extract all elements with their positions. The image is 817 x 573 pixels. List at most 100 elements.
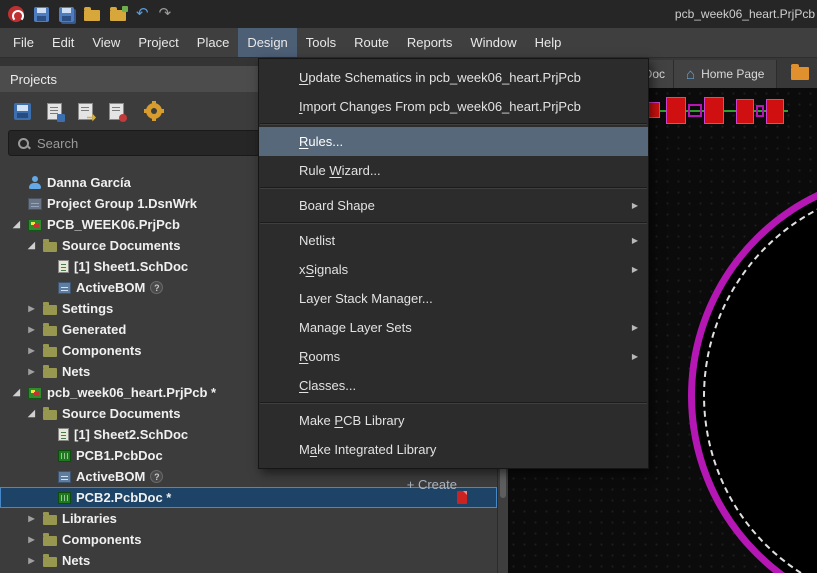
menubar-item-route[interactable]: Route bbox=[345, 28, 398, 57]
menu-item-rule-wizard[interactable]: Rule Wizard... bbox=[259, 156, 648, 185]
tab-home-page[interactable]: ⌂ Home Page bbox=[674, 60, 778, 88]
menu-item-label: Classes... bbox=[299, 378, 357, 393]
altium-logo-icon[interactable] bbox=[8, 6, 24, 22]
tree-item-label: Generated bbox=[62, 322, 127, 337]
design-menu: Update Schematics in pcb_week06_heart.Pr… bbox=[258, 58, 649, 469]
tree-item-components[interactable]: ▶ Components bbox=[0, 529, 497, 550]
submenu-arrow-icon: ▶ bbox=[631, 352, 638, 361]
folder-icon bbox=[43, 511, 57, 525]
tree-item-label: Settings bbox=[62, 301, 114, 316]
collapsed-arrow-icon[interactable]: ▶ bbox=[25, 535, 38, 544]
collapsed-arrow-icon[interactable]: ▶ bbox=[25, 325, 38, 334]
pad[interactable] bbox=[648, 102, 660, 118]
collapsed-arrow-icon[interactable]: ▶ bbox=[25, 556, 38, 565]
save-icon[interactable] bbox=[34, 6, 49, 22]
menubar-item-view[interactable]: View bbox=[83, 28, 129, 57]
open-project-icon[interactable] bbox=[110, 6, 128, 21]
tree-item-label: pcb_week06_heart.PrjPcb * bbox=[47, 385, 217, 400]
menubar-item-window[interactable]: Window bbox=[461, 28, 525, 57]
title-bar-icons: ↶ ↷ bbox=[8, 6, 171, 22]
menubar-item-file[interactable]: File bbox=[4, 28, 43, 57]
menu-item-manage-layer-sets[interactable]: Manage Layer Sets ▶ bbox=[259, 313, 648, 342]
redo-icon[interactable]: ↷ bbox=[159, 6, 172, 22]
submenu-arrow-icon: ▶ bbox=[631, 265, 638, 274]
expanded-arrow-icon[interactable]: ◢ bbox=[10, 387, 23, 398]
tree-item-label: Components bbox=[62, 532, 142, 547]
menubar-item-reports[interactable]: Reports bbox=[398, 28, 462, 57]
menu-item-label: Rule Wizard... bbox=[299, 163, 381, 178]
menu-item-classes[interactable]: Classes... bbox=[259, 371, 648, 400]
pcb-doc-icon bbox=[58, 449, 71, 462]
pad[interactable] bbox=[704, 97, 724, 124]
footprint-outline[interactable] bbox=[756, 105, 764, 117]
menu-item-label: Rooms bbox=[299, 349, 341, 364]
folder-icon bbox=[43, 301, 57, 315]
pad[interactable] bbox=[736, 99, 754, 124]
menu-item-make-integrated-library[interactable]: Make Integrated Library bbox=[259, 435, 648, 464]
schematic-icon bbox=[58, 428, 69, 441]
menu-item-label: Netlist bbox=[299, 233, 336, 248]
menubar-item-design[interactable]: Design bbox=[238, 28, 297, 57]
help-icon[interactable]: ? bbox=[150, 470, 164, 483]
tree-item-label: Project Group 1.DsnWrk bbox=[47, 196, 198, 211]
submenu-arrow-icon: ▶ bbox=[631, 236, 638, 245]
tree-item-label: PCB2.PcbDoc * bbox=[76, 490, 172, 505]
pcb-project-icon bbox=[28, 386, 42, 399]
board-outline-circle[interactable] bbox=[688, 170, 817, 573]
menu-item-rooms[interactable]: Rooms ▶ bbox=[259, 342, 648, 371]
menu-item-layer-stack-manager[interactable]: Layer Stack Manager... bbox=[259, 284, 648, 313]
menu-item-rules[interactable]: Rules... bbox=[259, 127, 648, 156]
pad[interactable] bbox=[766, 99, 784, 124]
menubar-item-place[interactable]: Place bbox=[188, 28, 239, 57]
folder-icon bbox=[43, 553, 57, 567]
pad[interactable] bbox=[666, 97, 686, 124]
menu-separator bbox=[260, 402, 647, 404]
expanded-arrow-icon[interactable]: ◢ bbox=[25, 240, 38, 251]
collapsed-arrow-icon[interactable]: ▶ bbox=[25, 346, 38, 355]
help-icon[interactable]: ? bbox=[150, 281, 164, 294]
collapsed-arrow-icon[interactable]: ▶ bbox=[25, 304, 38, 313]
settings-gear-icon[interactable] bbox=[146, 101, 162, 119]
save-all-icon[interactable] bbox=[47, 102, 65, 122]
menu-item-import-changes-from-pcb-week06-heart-prjpcb[interactable]: Import Changes From pcb_week06_heart.Prj… bbox=[259, 92, 648, 121]
expanded-arrow-icon[interactable]: ◢ bbox=[25, 408, 38, 419]
projects-panel-title: Projects bbox=[10, 71, 57, 87]
compile-icon[interactable] bbox=[78, 102, 93, 120]
tree-item-label: Source Documents bbox=[62, 406, 181, 421]
menu-item-board-shape[interactable]: Board Shape ▶ bbox=[259, 191, 648, 220]
save-icon[interactable] bbox=[14, 102, 31, 120]
collapsed-arrow-icon[interactable]: ▶ bbox=[25, 367, 38, 376]
workspace-icon bbox=[28, 197, 42, 210]
folder-icon bbox=[43, 238, 57, 252]
submenu-arrow-icon: ▶ bbox=[631, 323, 638, 332]
menubar-item-help[interactable]: Help bbox=[526, 28, 571, 57]
menu-item-xsignals[interactable]: xSignals ▶ bbox=[259, 255, 648, 284]
tree-item-label: ActiveBOM bbox=[76, 469, 146, 484]
menu-item-label: Board Shape bbox=[299, 198, 375, 213]
tree-item-libraries[interactable]: ▶ Libraries bbox=[0, 508, 497, 529]
footprint-outline[interactable] bbox=[688, 104, 702, 117]
menubar-item-edit[interactable]: Edit bbox=[43, 28, 83, 57]
expanded-arrow-icon[interactable]: ◢ bbox=[10, 219, 23, 230]
refresh-icon[interactable] bbox=[109, 102, 127, 122]
menu-item-make-pcb-library[interactable]: Make PCB Library bbox=[259, 406, 648, 435]
save-all-icon[interactable] bbox=[59, 6, 74, 22]
undo-icon[interactable]: ↶ bbox=[136, 6, 149, 22]
tree-item-label: Components bbox=[62, 343, 142, 358]
open-folder-icon[interactable] bbox=[84, 7, 100, 21]
tree-item-label: Nets bbox=[62, 364, 91, 379]
menu-item-netlist[interactable]: Netlist ▶ bbox=[259, 226, 648, 255]
board-dashed-guide bbox=[703, 185, 817, 573]
menubar-item-project[interactable]: Project bbox=[129, 28, 187, 57]
menubar-item-tools[interactable]: Tools bbox=[297, 28, 345, 57]
panels-folder-icon[interactable] bbox=[791, 63, 809, 80]
menu-separator bbox=[260, 222, 647, 224]
menu-bar: File Edit View Project Place Design Tools Route… bbox=[0, 28, 817, 58]
pcb-project-icon bbox=[28, 218, 42, 231]
menu-item-update-schematics-in-pcb-week06-heart-prjpcb[interactable]: Update Schematics in pcb_week06_heart.Pr… bbox=[259, 63, 648, 92]
tree-item-nets[interactable]: ▶ Nets bbox=[0, 550, 497, 571]
tab-label: Home Page bbox=[701, 67, 765, 81]
create-button[interactable]: + Create bbox=[407, 477, 457, 492]
altium-designer-window: ↶ ↷ pcb_week06_heart.PrjPcb File Edit View P… bbox=[0, 0, 817, 573]
collapsed-arrow-icon[interactable]: ▶ bbox=[25, 514, 38, 523]
